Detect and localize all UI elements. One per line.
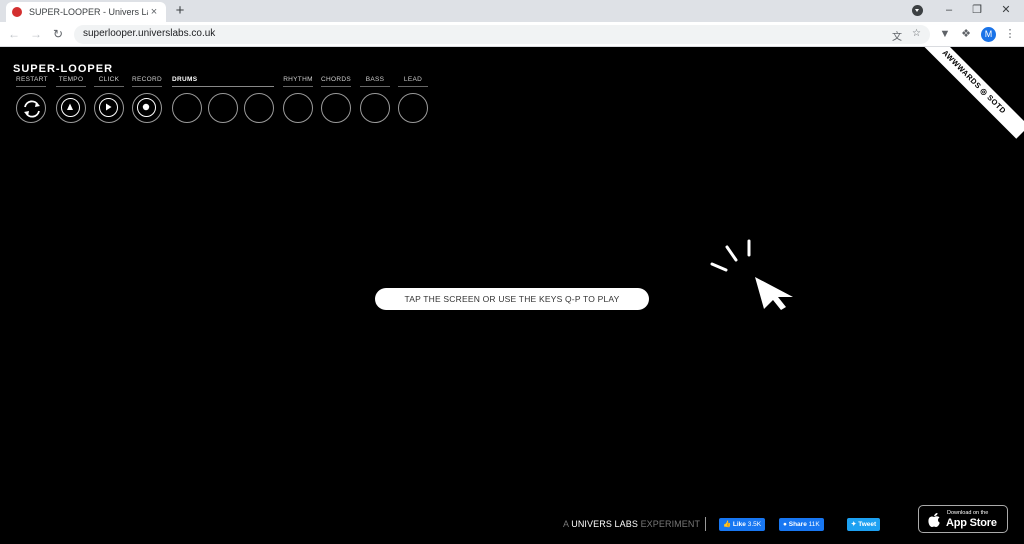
browser-tab[interactable]: SUPER-LOOPER - Univers Labs × xyxy=(6,2,166,22)
play-icon xyxy=(99,98,118,117)
control-restart: RESTART xyxy=(16,76,48,87)
rhythm-label: RHYTHM xyxy=(283,76,313,83)
drums-group-header: DRUMS xyxy=(172,76,274,87)
univers-labs-brand: UNIVERS LABS xyxy=(571,519,638,529)
tab-title: SUPER-LOOPER - Univers Labs xyxy=(29,7,148,17)
tap-prompt[interactable]: TAP THE SCREEN OR USE THE KEYS Q-P TO PL… xyxy=(375,288,649,310)
control-label: RESTART xyxy=(16,76,48,83)
app-canvas[interactable]: SUPER-LOOPER RESTART TEMPO CLICK RECORD xyxy=(0,47,1024,544)
tempo-button[interactable] xyxy=(56,93,86,123)
footer-divider xyxy=(705,517,706,531)
app-store-big-text: App Store xyxy=(946,517,997,529)
facebook-like-button[interactable]: 👍 Like 3.5K xyxy=(719,518,766,531)
minimize-icon[interactable]: – xyxy=(941,3,957,17)
favicon-icon xyxy=(12,7,22,17)
address-bar[interactable]: superlooper.universlabs.co.uk 文 ☆ xyxy=(74,25,930,44)
drum-pad-2[interactable] xyxy=(208,93,238,123)
browser-toolbar: ← → ↻ superlooper.universlabs.co.uk 文 ☆ … xyxy=(0,22,1024,47)
awwwards-ribbon[interactable]: AWWWARDS ◎ SOTD xyxy=(917,47,1024,139)
translate-icon[interactable]: 文 xyxy=(892,28,902,43)
lead-label: LEAD xyxy=(403,76,423,83)
app-store-small-text: Download on the xyxy=(947,510,989,516)
record-button[interactable] xyxy=(132,93,162,123)
extensions-puzzle-icon[interactable]: ❖ xyxy=(959,27,973,41)
lead-group-header: LEAD xyxy=(398,76,428,87)
restart-icon xyxy=(21,98,40,118)
apple-icon xyxy=(928,513,940,527)
awwwards-label: AWWWARDS ◎ SOTD xyxy=(940,48,1008,116)
univers-labs-credit[interactable]: A UNIVERS LABS EXPERIMENT xyxy=(563,519,700,529)
thumbs-up-icon: 👍 xyxy=(723,521,732,528)
click-cursor-icon xyxy=(710,239,793,310)
twitter-bird-icon: ✦ xyxy=(851,521,857,528)
browser-tabstrip: SUPER-LOOPER - Univers Labs × + – ❐ ✕ xyxy=(0,0,1024,22)
url-text: superlooper.universlabs.co.uk xyxy=(83,28,216,39)
restore-icon[interactable]: ❐ xyxy=(969,3,985,17)
tab-search-icon[interactable] xyxy=(912,5,923,16)
control-label: RECORD xyxy=(132,76,162,83)
control-label: CLICK xyxy=(98,76,120,83)
avatar[interactable]: M xyxy=(981,27,996,42)
record-icon xyxy=(137,98,156,117)
restart-button[interactable] xyxy=(16,93,46,123)
lead-pad[interactable] xyxy=(398,93,428,123)
app-logo: SUPER-LOOPER xyxy=(13,63,114,75)
chords-label: CHORDS xyxy=(321,76,351,83)
chords-pad[interactable] xyxy=(321,93,351,123)
chords-group-header: CHORDS xyxy=(321,76,351,87)
facebook-icon: ● xyxy=(783,521,787,528)
control-label: TEMPO xyxy=(58,76,84,83)
rhythm-group-header: RHYTHM xyxy=(283,76,313,87)
back-icon[interactable]: ← xyxy=(7,27,21,41)
drum-pad-3[interactable] xyxy=(244,93,274,123)
bass-label: BASS xyxy=(365,76,385,83)
drums-label: DRUMS xyxy=(172,76,198,83)
new-tab-button[interactable]: + xyxy=(172,3,188,19)
tempo-icon xyxy=(61,98,80,117)
bookmark-star-icon[interactable]: ☆ xyxy=(912,28,921,39)
control-click: CLICK xyxy=(94,76,124,87)
extension-filter-icon[interactable]: ▼ xyxy=(938,27,952,41)
drum-pad-1[interactable] xyxy=(172,93,202,123)
close-window-icon[interactable]: ✕ xyxy=(998,3,1014,17)
menu-kebab-icon[interactable]: ⋮ xyxy=(1003,27,1017,41)
rhythm-pad[interactable] xyxy=(283,93,313,123)
control-record: RECORD xyxy=(132,76,162,87)
tweet-button[interactable]: ✦ Tweet xyxy=(847,518,881,531)
tab-close-icon[interactable]: × xyxy=(148,6,160,18)
reload-icon[interactable]: ↻ xyxy=(51,27,65,41)
bass-pad[interactable] xyxy=(360,93,390,123)
forward-icon[interactable]: → xyxy=(29,27,43,41)
click-button[interactable] xyxy=(94,93,124,123)
control-tempo: TEMPO xyxy=(56,76,86,87)
bass-group-header: BASS xyxy=(360,76,390,87)
app-store-badge[interactable]: Download on the App Store xyxy=(918,505,1008,533)
facebook-share-button[interactable]: ● Share 11K xyxy=(779,518,824,531)
